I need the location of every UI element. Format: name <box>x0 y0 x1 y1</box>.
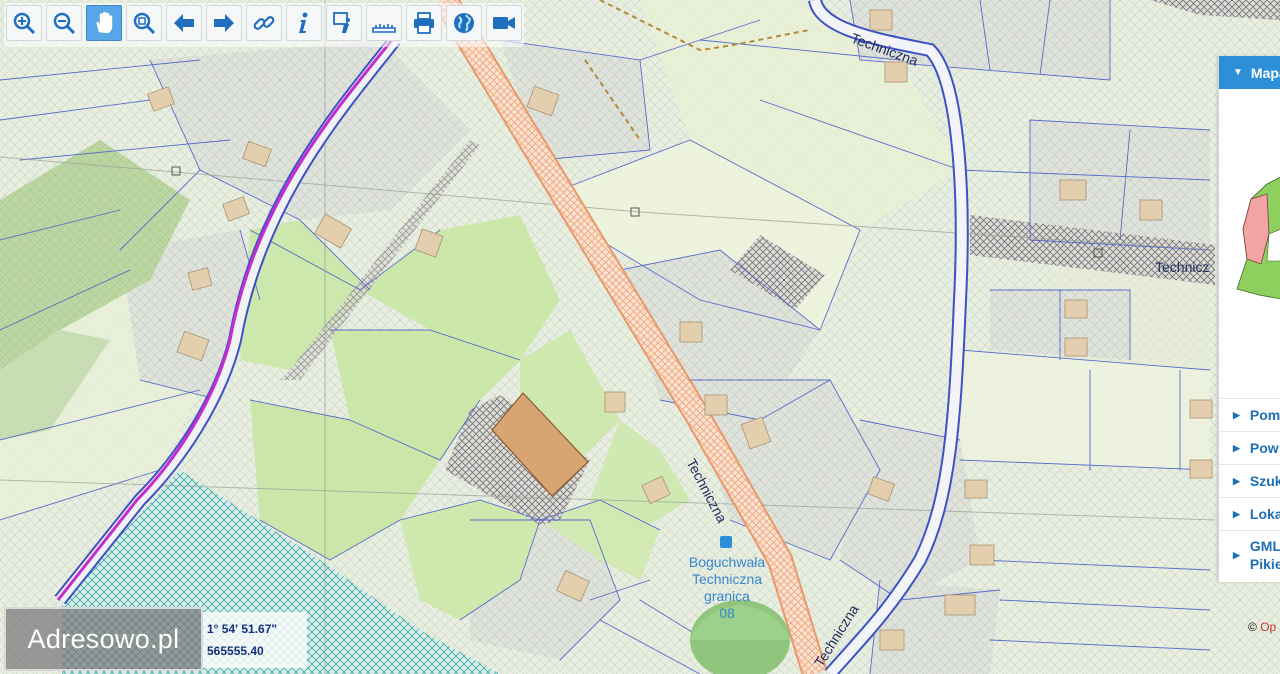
back-button[interactable] <box>166 5 202 41</box>
adresowo-logo[interactable]: Adresowo.pl <box>4 607 203 671</box>
globe-icon <box>454 13 474 33</box>
zoom-in-button[interactable] <box>6 5 42 41</box>
triangle-right-icon: ▶ <box>1233 475 1240 486</box>
overview-map[interactable] <box>1219 89 1280 399</box>
triangle-right-icon: ▶ <box>1233 549 1240 560</box>
arrow-left-icon <box>174 14 194 32</box>
zoom-box-icon <box>133 12 156 35</box>
panel-item-label: GML Pikie <box>1249 537 1280 572</box>
bus-stop-icon[interactable] <box>720 536 732 548</box>
pan-button[interactable] <box>86 5 122 41</box>
zoom-in-icon <box>13 12 36 35</box>
panel-item-label: Loka <box>1249 506 1280 522</box>
coordinate-line: 1° 54' 51.67" <box>207 622 278 636</box>
info-icon <box>299 12 308 33</box>
overview-map-graphic <box>1236 177 1280 300</box>
link-button[interactable] <box>246 5 282 41</box>
zoom-box-button[interactable] <box>126 5 162 41</box>
triangle-right-icon: ▶ <box>1233 508 1240 519</box>
bus-stop-label: Techniczna <box>692 571 762 587</box>
triangle-right-icon: ▶ <box>1233 442 1240 453</box>
arrow-right-icon <box>214 14 234 32</box>
forward-button[interactable] <box>206 5 242 41</box>
zoom-out-button[interactable] <box>46 5 82 41</box>
printer-icon <box>414 12 434 34</box>
panel-item-pow[interactable]: ▶ Pow <box>1219 431 1280 464</box>
measure-button[interactable] <box>366 5 402 41</box>
panel-item-szuk[interactable]: ▶ Szuk <box>1219 464 1280 497</box>
panel-header-label: Mapa <box>1250 64 1280 81</box>
panel-item-gml[interactable]: ▶ GML Pikie <box>1219 530 1280 578</box>
zoom-out-icon <box>53 12 76 35</box>
map-canvas[interactable]: Techniczna Techniczna Technicz Techniczn… <box>0 0 1280 674</box>
panel-item-label: Szuk <box>1249 473 1280 489</box>
bus-stop-label: 08 <box>719 605 735 621</box>
print-button[interactable] <box>406 5 442 41</box>
panel-header-mapa[interactable]: ▼ Mapa <box>1219 56 1280 89</box>
triangle-right-icon: ▶ <box>1233 409 1240 420</box>
bus-stop-label: Boguchwała <box>689 554 765 570</box>
panel-item-label: Pom <box>1249 407 1280 423</box>
link-icon <box>253 16 275 30</box>
info-edit-button[interactable] <box>326 5 362 41</box>
info-button[interactable] <box>286 5 322 41</box>
ruler-icon <box>372 24 396 33</box>
copyright-symbol: © <box>1248 620 1257 634</box>
globe-button[interactable] <box>446 5 482 41</box>
attribution-link[interactable]: Op <box>1260 620 1276 634</box>
panel-item-loka[interactable]: ▶ Loka <box>1219 497 1280 530</box>
map-toolbar <box>4 3 524 47</box>
bus-stop-label: granica <box>704 588 750 604</box>
coordinates-readout: 1° 54' 51.67" 565555.40 <box>203 612 307 668</box>
video-button[interactable] <box>486 5 522 41</box>
info-edit-icon <box>333 12 350 33</box>
map-attribution: © Op <box>1248 620 1276 634</box>
video-camera-icon <box>493 17 515 29</box>
hand-icon <box>96 11 113 34</box>
street-label: Technicz <box>1155 259 1209 275</box>
side-panel: ▼ Mapa ▶ Pom ▶ Pow ▶ Szuk ▶ Loka ▶ GML P… <box>1218 56 1280 582</box>
panel-item-label: Pow <box>1249 440 1279 456</box>
coordinate-line: 565555.40 <box>207 644 264 658</box>
panel-item-pom[interactable]: ▶ Pom <box>1219 398 1280 431</box>
triangle-down-icon: ▼ <box>1233 67 1243 78</box>
